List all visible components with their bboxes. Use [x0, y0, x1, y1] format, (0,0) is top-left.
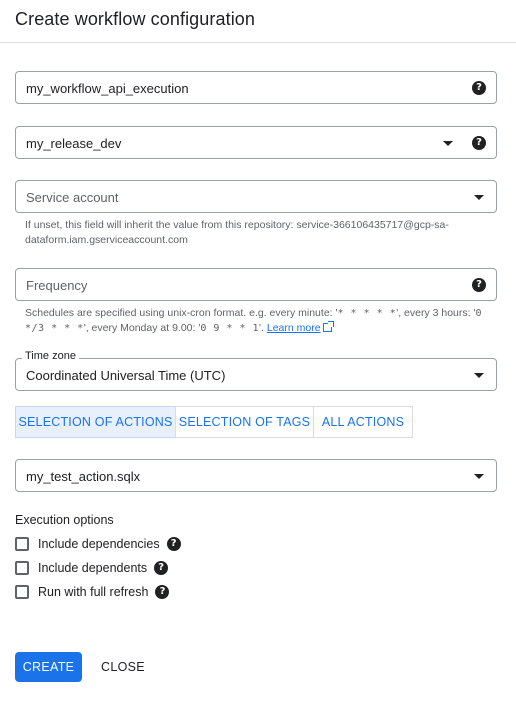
- frequency-field[interactable]: Frequency ?: [15, 268, 497, 301]
- dialog-title: Create workflow configuration: [15, 9, 256, 29]
- full-refresh-label[interactable]: Run with full refresh: [38, 585, 148, 599]
- include-dependents-checkbox[interactable]: [15, 561, 29, 575]
- frequency-hint-text: Schedules are specified using unix-cron …: [25, 307, 338, 319]
- close-button[interactable]: CLOSE: [96, 652, 150, 682]
- help-icon[interactable]: ?: [472, 81, 486, 95]
- selection-of-actions-button[interactable]: SELECTION OF ACTIONS: [15, 406, 176, 438]
- frequency-hint: Schedules are specified using unix-cron …: [25, 306, 495, 336]
- actions-select[interactable]: my_test_action.sqlx: [15, 459, 497, 492]
- time-zone-select[interactable]: Coordinated Universal Time (UTC): [15, 358, 497, 391]
- time-zone-label: Time zone: [22, 350, 79, 362]
- create-button[interactable]: CREATE: [15, 652, 82, 682]
- cron-example-monday: 0 9 * * 1: [200, 323, 260, 334]
- action-scope-toggle: SELECTION OF ACTIONS SELECTION OF TAGS A…: [15, 406, 413, 438]
- help-icon[interactable]: ?: [472, 136, 486, 150]
- release-config-value: my_release_dev: [26, 136, 122, 151]
- include-dependents-option[interactable]: Include dependents ?: [15, 559, 169, 577]
- service-account-placeholder: Service account: [26, 190, 119, 205]
- chevron-down-icon: [474, 373, 484, 378]
- full-refresh-checkbox[interactable]: [15, 585, 29, 599]
- actions-select-value: my_test_action.sqlx: [26, 469, 141, 484]
- all-actions-button[interactable]: ALL ACTIONS: [313, 406, 413, 438]
- chevron-down-icon: [474, 474, 484, 479]
- frequency-hint-text: ', every 3 hours: ': [396, 307, 476, 319]
- cron-example-every-minute: * * * * *: [337, 308, 397, 319]
- include-dependencies-option[interactable]: Include dependencies ?: [15, 535, 181, 553]
- config-id-field[interactable]: my_workflow_api_execution ?: [15, 71, 497, 104]
- help-icon[interactable]: ?: [472, 278, 486, 292]
- help-icon[interactable]: ?: [155, 585, 170, 599]
- release-config-select[interactable]: my_release_dev ?: [15, 126, 497, 159]
- learn-more-link[interactable]: Learn more: [267, 322, 321, 334]
- full-refresh-option[interactable]: Run with full refresh ?: [15, 583, 170, 601]
- selection-of-tags-button[interactable]: SELECTION OF TAGS: [175, 406, 314, 438]
- dialog-header: Create workflow configuration: [0, 0, 516, 43]
- execution-options-title: Execution options: [15, 513, 114, 527]
- include-dependencies-checkbox[interactable]: [15, 537, 29, 551]
- chevron-down-icon: [443, 141, 453, 146]
- config-id-value: my_workflow_api_execution: [26, 81, 189, 96]
- frequency-hint-text: ', every Monday at 9.00: ': [83, 322, 201, 334]
- include-dependents-label[interactable]: Include dependents: [38, 561, 147, 575]
- chevron-down-icon: [474, 195, 484, 200]
- open-in-new-icon[interactable]: [322, 321, 334, 332]
- frequency-hint-text: '.: [259, 322, 267, 334]
- service-account-select[interactable]: Service account: [15, 180, 497, 213]
- help-icon[interactable]: ?: [166, 537, 181, 551]
- service-account-hint: If unset, this field will inherit the va…: [25, 219, 449, 246]
- time-zone-value: Coordinated Universal Time (UTC): [26, 368, 226, 383]
- frequency-placeholder: Frequency: [26, 278, 88, 293]
- help-icon[interactable]: ?: [154, 561, 169, 575]
- include-dependencies-label[interactable]: Include dependencies: [38, 537, 160, 551]
